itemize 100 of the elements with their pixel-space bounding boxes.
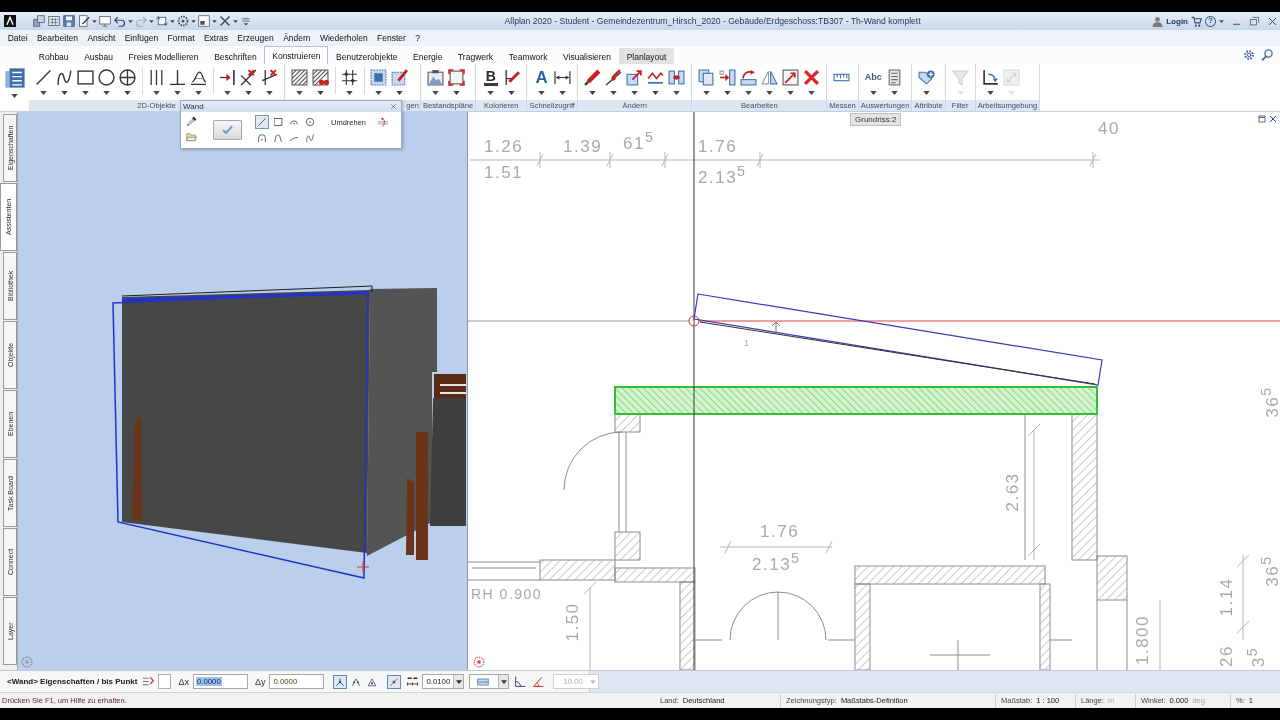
caret-icon[interactable] — [224, 91, 231, 95]
undo-icon[interactable] — [114, 15, 126, 27]
list-arrow-icon[interactable] — [142, 675, 156, 688]
lines-x-mark-icon[interactable] — [240, 69, 257, 86]
menu-item[interactable]: Format — [162, 33, 200, 43]
confirm-button[interactable] — [213, 120, 242, 140]
cart-icon[interactable] — [1191, 15, 1202, 27]
pencil-icon[interactable] — [584, 69, 602, 86]
menu-item[interactable]: Fenster — [372, 33, 411, 43]
pen-dot-icon[interactable] — [605, 69, 623, 86]
caret-icon[interactable] — [559, 91, 567, 95]
settings-icon[interactable] — [1243, 49, 1255, 61]
dimension-line-icon[interactable] — [554, 69, 572, 86]
joined-bars-icon[interactable] — [668, 69, 686, 86]
caret-icon[interactable] — [82, 91, 89, 95]
bold-letter-button[interactable]: B — [483, 69, 498, 86]
caret-icon[interactable] — [153, 91, 160, 95]
caret-icon[interactable] — [455, 679, 462, 684]
curved-arrow-icon[interactable] — [740, 69, 758, 86]
caret-icon[interactable] — [631, 91, 639, 95]
dotted-circle-icon[interactable] — [21, 656, 33, 668]
tick-scale-icon[interactable] — [406, 675, 420, 688]
mirrored-triangles-icon[interactable] — [761, 69, 779, 86]
angle-icon[interactable] — [514, 675, 528, 688]
ribbon-tab[interactable]: Planlayout — [618, 48, 675, 64]
large-letter-button[interactable]: A — [535, 69, 548, 86]
axes-arrow-icon[interactable] — [981, 69, 999, 86]
ribbon-tab[interactable]: Energie — [405, 48, 451, 64]
menu-item[interactable]: ? — [410, 33, 425, 43]
caret-icon[interactable] — [317, 91, 324, 95]
picture-icon[interactable] — [427, 69, 444, 86]
diagonal-arrow-box-icon[interactable] — [782, 69, 800, 86]
arch-icon[interactable] — [271, 131, 285, 145]
caret-icon[interactable] — [245, 91, 252, 95]
crossed-bars-icon[interactable] — [219, 15, 231, 27]
menu-item[interactable]: Einfügen — [119, 33, 163, 43]
caret-icon[interactable] — [453, 91, 460, 95]
caret-icon[interactable] — [589, 91, 597, 95]
lines-caret-icon[interactable] — [240, 15, 252, 27]
person-icon[interactable] — [1152, 15, 1164, 27]
caret-icon[interactable] — [266, 91, 273, 95]
caret-icon[interactable] — [396, 91, 403, 95]
caret-icon[interactable] — [124, 91, 131, 95]
abc-text-button[interactable]: Abc — [864, 69, 882, 86]
angle-line-icon[interactable] — [532, 675, 546, 688]
arch-dot-icon[interactable] — [255, 131, 269, 145]
ribbon-tab[interactable]: Rohbau — [31, 48, 77, 64]
caret-icon[interactable] — [890, 91, 898, 95]
caret-icon[interactable] — [673, 91, 681, 95]
hatch-icon[interactable] — [291, 69, 308, 86]
dotted-circle-icon[interactable] — [473, 656, 485, 668]
pencil-line-icon[interactable] — [503, 69, 521, 86]
ribbon-tab[interactable]: Tragwerk — [450, 48, 501, 64]
caret-icon[interactable] — [869, 91, 877, 95]
spline-icon[interactable] — [56, 69, 73, 86]
dotted-ring-icon[interactable] — [177, 15, 189, 27]
arrow-to-line-icon[interactable] — [219, 69, 236, 86]
close-icon[interactable] — [1267, 15, 1278, 27]
caret-icon[interactable] — [724, 91, 732, 95]
menu-item[interactable]: Bearbeiten — [32, 33, 83, 43]
maximize-icon[interactable] — [1258, 115, 1266, 123]
zigzag-icon[interactable] — [647, 69, 665, 86]
save-icon[interactable] — [63, 15, 75, 27]
caret-icon[interactable] — [346, 91, 353, 95]
tag-plus-icon[interactable] — [918, 69, 936, 86]
hatch-dots-icon[interactable] — [312, 69, 329, 86]
line-icon[interactable] — [35, 69, 52, 86]
caret-icon[interactable] — [487, 91, 495, 95]
line-dot-icon[interactable] — [387, 674, 402, 689]
caret-icon[interactable] — [703, 91, 711, 95]
table-grid-icon[interactable] — [48, 15, 60, 27]
caret-icon[interactable] — [923, 91, 931, 95]
caret-icon[interactable] — [375, 91, 382, 95]
ribbon-tab[interactable]: Konstruieren — [264, 46, 329, 64]
pipette-icon[interactable] — [186, 116, 197, 127]
ribbon-tab[interactable]: Visualisieren — [555, 48, 619, 64]
rectangle-icon[interactable] — [77, 69, 94, 86]
bell-curve-icon[interactable] — [190, 69, 207, 86]
circle-cross-icon[interactable] — [119, 69, 136, 86]
hash-grid-icon[interactable] — [341, 69, 358, 86]
caret-icon[interactable] — [61, 91, 68, 95]
restore-icon[interactable] — [1249, 15, 1260, 27]
circle-center-icon[interactable] — [303, 115, 317, 129]
caret-icon[interactable] — [652, 91, 660, 95]
caret-icon[interactable] — [11, 94, 18, 98]
caret-icon[interactable] — [766, 91, 774, 95]
caret-icon[interactable] — [745, 91, 753, 95]
three-way-node-icon[interactable] — [333, 674, 348, 689]
caret-icon[interactable] — [195, 91, 202, 95]
monitor-icon[interactable] — [99, 15, 111, 27]
arrow-to-bar-icon[interactable] — [719, 69, 737, 86]
caret-icon[interactable] — [538, 91, 546, 95]
document-pen-icon[interactable] — [78, 15, 90, 27]
caret-icon[interactable] — [787, 91, 795, 95]
ribbon-tab[interactable]: Ausbau — [76, 48, 121, 64]
ribbon-tab[interactable]: Teamwork — [500, 48, 556, 64]
square-arrows-icon[interactable] — [156, 15, 168, 27]
caret-icon[interactable] — [296, 91, 303, 95]
folder-icon[interactable] — [186, 131, 197, 142]
line-angle-x-mark-icon[interactable] — [261, 69, 278, 86]
